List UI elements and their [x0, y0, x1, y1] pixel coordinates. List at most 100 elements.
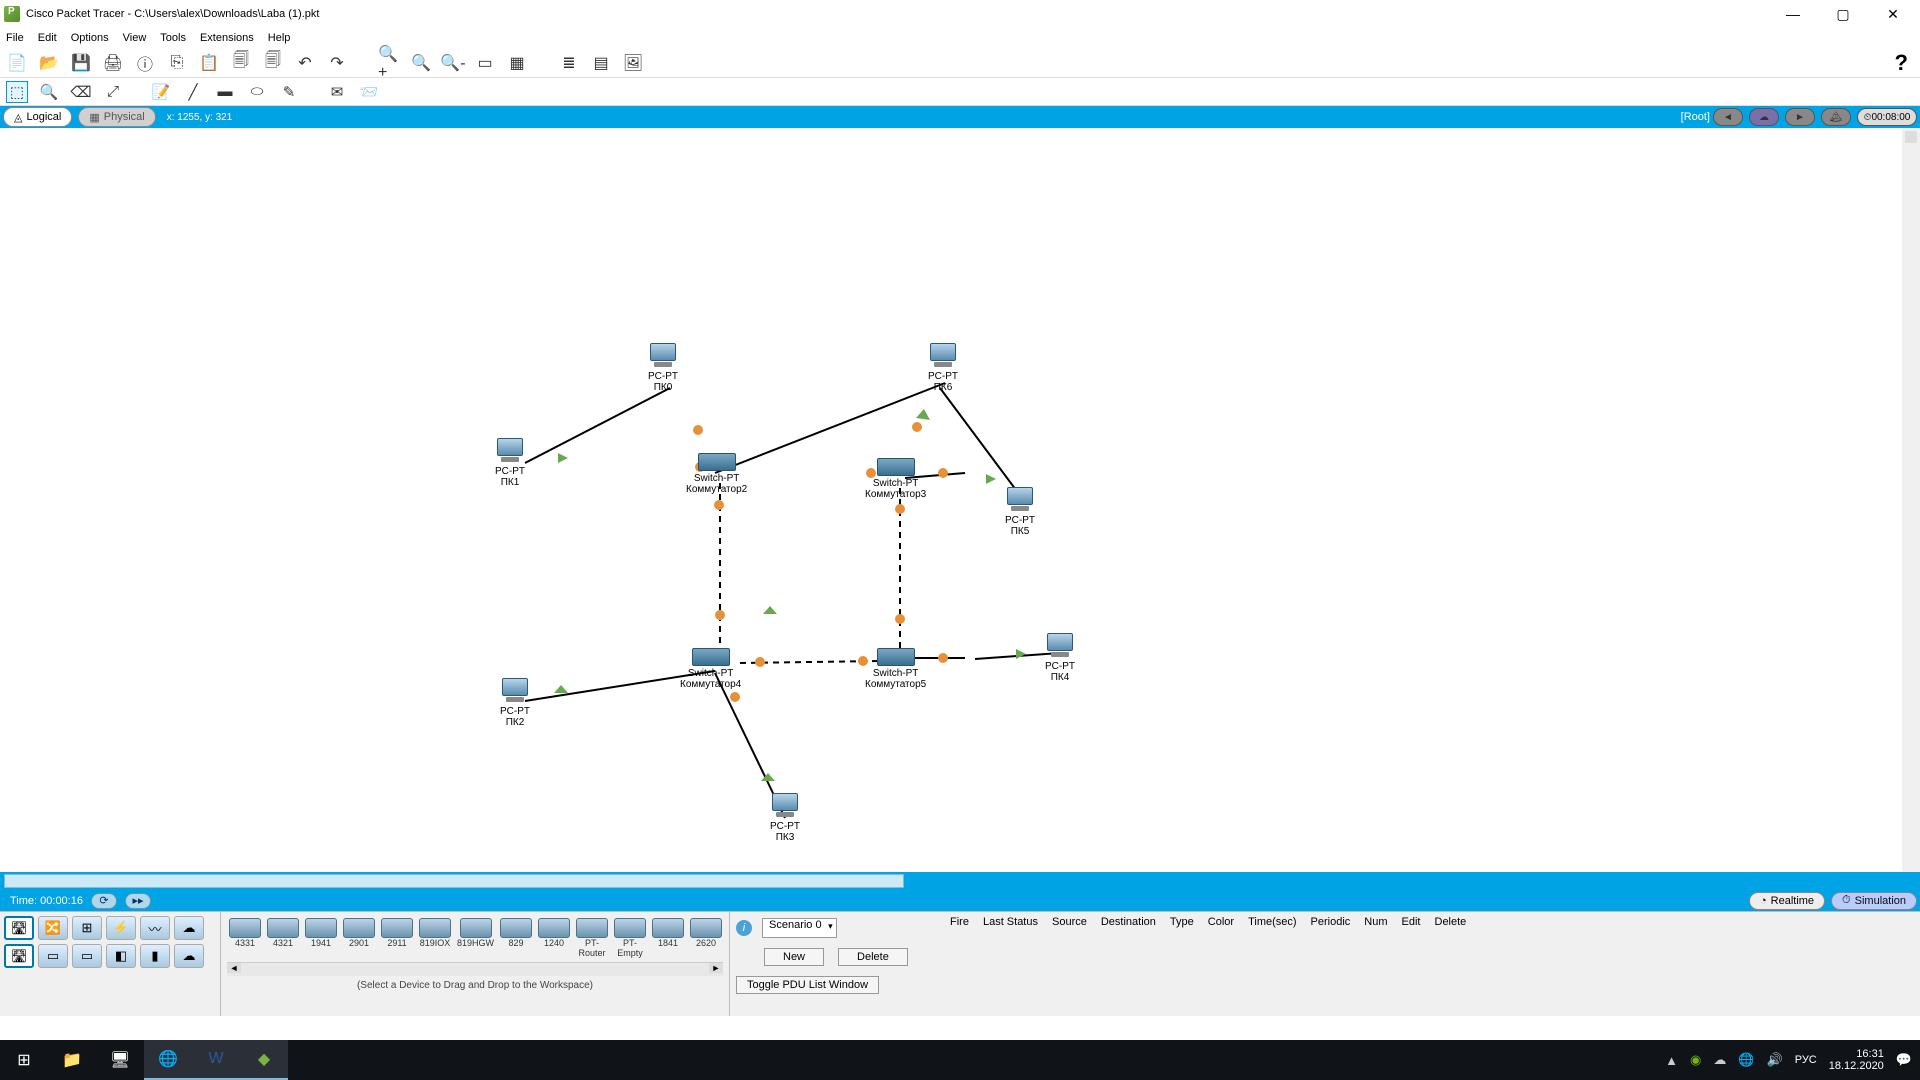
- ellipse-icon[interactable]: ⬭: [246, 81, 268, 103]
- scenario-delete-button[interactable]: Delete: [838, 948, 908, 966]
- open-icon[interactable]: 📂: [38, 52, 60, 74]
- router-model-4331[interactable]: 4331: [229, 918, 261, 958]
- print-icon[interactable]: 🖨: [102, 52, 124, 74]
- paste-icon[interactable]: 📋: [198, 52, 220, 74]
- device-list-scrollbar[interactable]: [227, 962, 723, 976]
- menu-options[interactable]: Options: [71, 32, 109, 44]
- copy-icon[interactable]: ⎘: [166, 52, 188, 74]
- redo-icon[interactable]: ↷: [326, 52, 348, 74]
- category-end-icon[interactable]: ☁: [174, 916, 204, 940]
- rect-icon[interactable]: ▭: [474, 52, 496, 74]
- router-model-2901[interactable]: 2901: [343, 918, 375, 958]
- undo-icon[interactable]: ↶: [294, 52, 316, 74]
- minimize-button[interactable]: —: [1778, 4, 1808, 24]
- device-pc4[interactable]: PC-PTПК4: [1045, 633, 1075, 683]
- complex-pdu-icon[interactable]: 📨: [358, 81, 380, 103]
- fast-forward-button[interactable]: ▸▸: [125, 893, 151, 909]
- device-pc0[interactable]: PC-PTПК0: [648, 343, 678, 393]
- tray-nvidia-icon[interactable]: ◉: [1690, 1052, 1701, 1068]
- router-model-829[interactable]: 829: [500, 918, 532, 958]
- activity-icon[interactable]: ⓘ: [134, 52, 156, 74]
- subcategory-5-icon[interactable]: ▮: [140, 944, 170, 968]
- device-pc1[interactable]: PC-PTПК1: [495, 438, 525, 488]
- start-button[interactable]: ⊞: [0, 1040, 48, 1080]
- workspace-canvas[interactable]: PC-PTПК0 PC-PTПК1 PC-PTПК2 PC-PTПК3 PC-P…: [0, 128, 1920, 890]
- category-connections-icon[interactable]: 〰: [140, 916, 170, 940]
- nav-bg-button[interactable]: 🏔: [1821, 108, 1851, 126]
- resize-icon[interactable]: ⤢: [102, 81, 124, 103]
- horizontal-scrollbar[interactable]: [0, 872, 1920, 890]
- toggle-pdu-list-button[interactable]: Toggle PDU List Window: [736, 976, 879, 994]
- menu-help[interactable]: Help: [268, 32, 291, 44]
- close-button[interactable]: ✕: [1878, 4, 1908, 24]
- device-pc2[interactable]: PC-PTПК2: [500, 678, 530, 728]
- subcategory-4-icon[interactable]: ◧: [106, 944, 136, 968]
- router-model-1941[interactable]: 1941: [305, 918, 337, 958]
- device-pc6[interactable]: PC-PTПК6: [928, 343, 958, 393]
- subcategory-6-icon[interactable]: ☁: [174, 944, 204, 968]
- device-sw2[interactable]: Switch-PTКоммутатор2: [686, 453, 747, 495]
- router-model-4321[interactable]: 4321: [267, 918, 299, 958]
- router-model-2911[interactable]: 2911: [381, 918, 413, 958]
- category-routers-icon[interactable]: 🛣: [4, 916, 34, 940]
- router-model-1841[interactable]: 1841: [652, 918, 684, 958]
- category-switches-icon[interactable]: 🔀: [38, 916, 68, 940]
- nav-cloud-button[interactable]: ☁: [1749, 108, 1779, 126]
- tray-show-hidden-icon[interactable]: ▲: [1665, 1053, 1678, 1068]
- menu-tools[interactable]: Tools: [160, 32, 186, 44]
- subcategory-3-icon[interactable]: ▭: [72, 944, 102, 968]
- task-packettracer-icon[interactable]: ◆: [240, 1040, 288, 1080]
- tray-clock[interactable]: 16:3118.12.2020: [1829, 1048, 1884, 1072]
- subcategory-2-icon[interactable]: ▭: [38, 944, 68, 968]
- image-icon[interactable]: 🖼: [622, 52, 644, 74]
- subcategory-1-icon[interactable]: 🛣: [4, 944, 34, 968]
- tray-onedrive-icon[interactable]: ☁: [1713, 1052, 1726, 1068]
- task-edge-icon[interactable]: 🖥: [96, 1040, 144, 1080]
- scenario-new-button[interactable]: New: [764, 948, 824, 966]
- scenario-select[interactable]: Scenario 0: [762, 918, 837, 938]
- power-cycle-button[interactable]: ⟳: [91, 893, 117, 909]
- menu-extensions[interactable]: Extensions: [200, 32, 254, 44]
- logical-view-button[interactable]: ◬ Logical: [3, 107, 72, 127]
- category-wireless-icon[interactable]: ⚡: [106, 916, 136, 940]
- maximize-button[interactable]: ▢: [1828, 4, 1858, 24]
- realtime-button[interactable]: ◔ Realtime: [1749, 892, 1825, 910]
- tray-network-icon[interactable]: 🌐: [1738, 1052, 1754, 1068]
- device-sw4[interactable]: Switch-PTКоммутатор4: [680, 648, 741, 690]
- device-sw3[interactable]: Switch-PTКоммутатор3: [865, 458, 926, 500]
- router-model-PT-Router[interactable]: PT-Router: [576, 918, 608, 958]
- list-icon[interactable]: ≣: [558, 52, 580, 74]
- new-icon[interactable]: 📄: [6, 52, 28, 74]
- tray-volume-icon[interactable]: 🔊: [1767, 1052, 1783, 1068]
- device-pc5[interactable]: PC-PTПК5: [1005, 487, 1035, 537]
- router-model-1240[interactable]: 1240: [538, 918, 570, 958]
- task-explorer-icon[interactable]: 📁: [48, 1040, 96, 1080]
- simulation-button[interactable]: ⏱ Simulation: [1831, 892, 1917, 910]
- menu-file[interactable]: File: [6, 32, 24, 44]
- vertical-scrollbar[interactable]: [1902, 128, 1920, 890]
- zoom-reset-icon[interactable]: 🔍: [410, 52, 432, 74]
- zoom-out-icon[interactable]: 🔍-: [442, 52, 464, 74]
- table-icon[interactable]: ▤: [590, 52, 612, 74]
- task-word-icon[interactable]: W: [192, 1040, 240, 1080]
- freeform-icon[interactable]: ✎: [278, 81, 300, 103]
- nav-fwd-button[interactable]: ►: [1785, 108, 1815, 126]
- grid-icon[interactable]: ▦: [506, 52, 528, 74]
- category-hubs-icon[interactable]: ⊞: [72, 916, 102, 940]
- device-pc3[interactable]: PC-PTПК3: [770, 793, 800, 843]
- router-model-819HGW[interactable]: 819HGW: [457, 918, 494, 958]
- zoom-in-icon[interactable]: 🔍+: [378, 52, 400, 74]
- device-sw5[interactable]: Switch-PTКоммутатор5: [865, 648, 926, 690]
- paste2-icon[interactable]: 🗐: [262, 52, 284, 74]
- physical-view-button[interactable]: ▦ Physical: [78, 107, 155, 127]
- menu-view[interactable]: View: [123, 32, 147, 44]
- copy2-icon[interactable]: 🗐: [230, 52, 252, 74]
- nav-back-button[interactable]: ◄: [1713, 108, 1743, 126]
- router-model-PT-Empty[interactable]: PT-Empty: [614, 918, 646, 958]
- line-icon[interactable]: ╱: [182, 81, 204, 103]
- rect-tool-icon[interactable]: ▬: [214, 81, 236, 103]
- note-icon[interactable]: 📝: [150, 81, 172, 103]
- help-icon[interactable]: ?: [1895, 50, 1908, 76]
- menu-edit[interactable]: Edit: [38, 32, 57, 44]
- save-icon[interactable]: 💾: [70, 52, 92, 74]
